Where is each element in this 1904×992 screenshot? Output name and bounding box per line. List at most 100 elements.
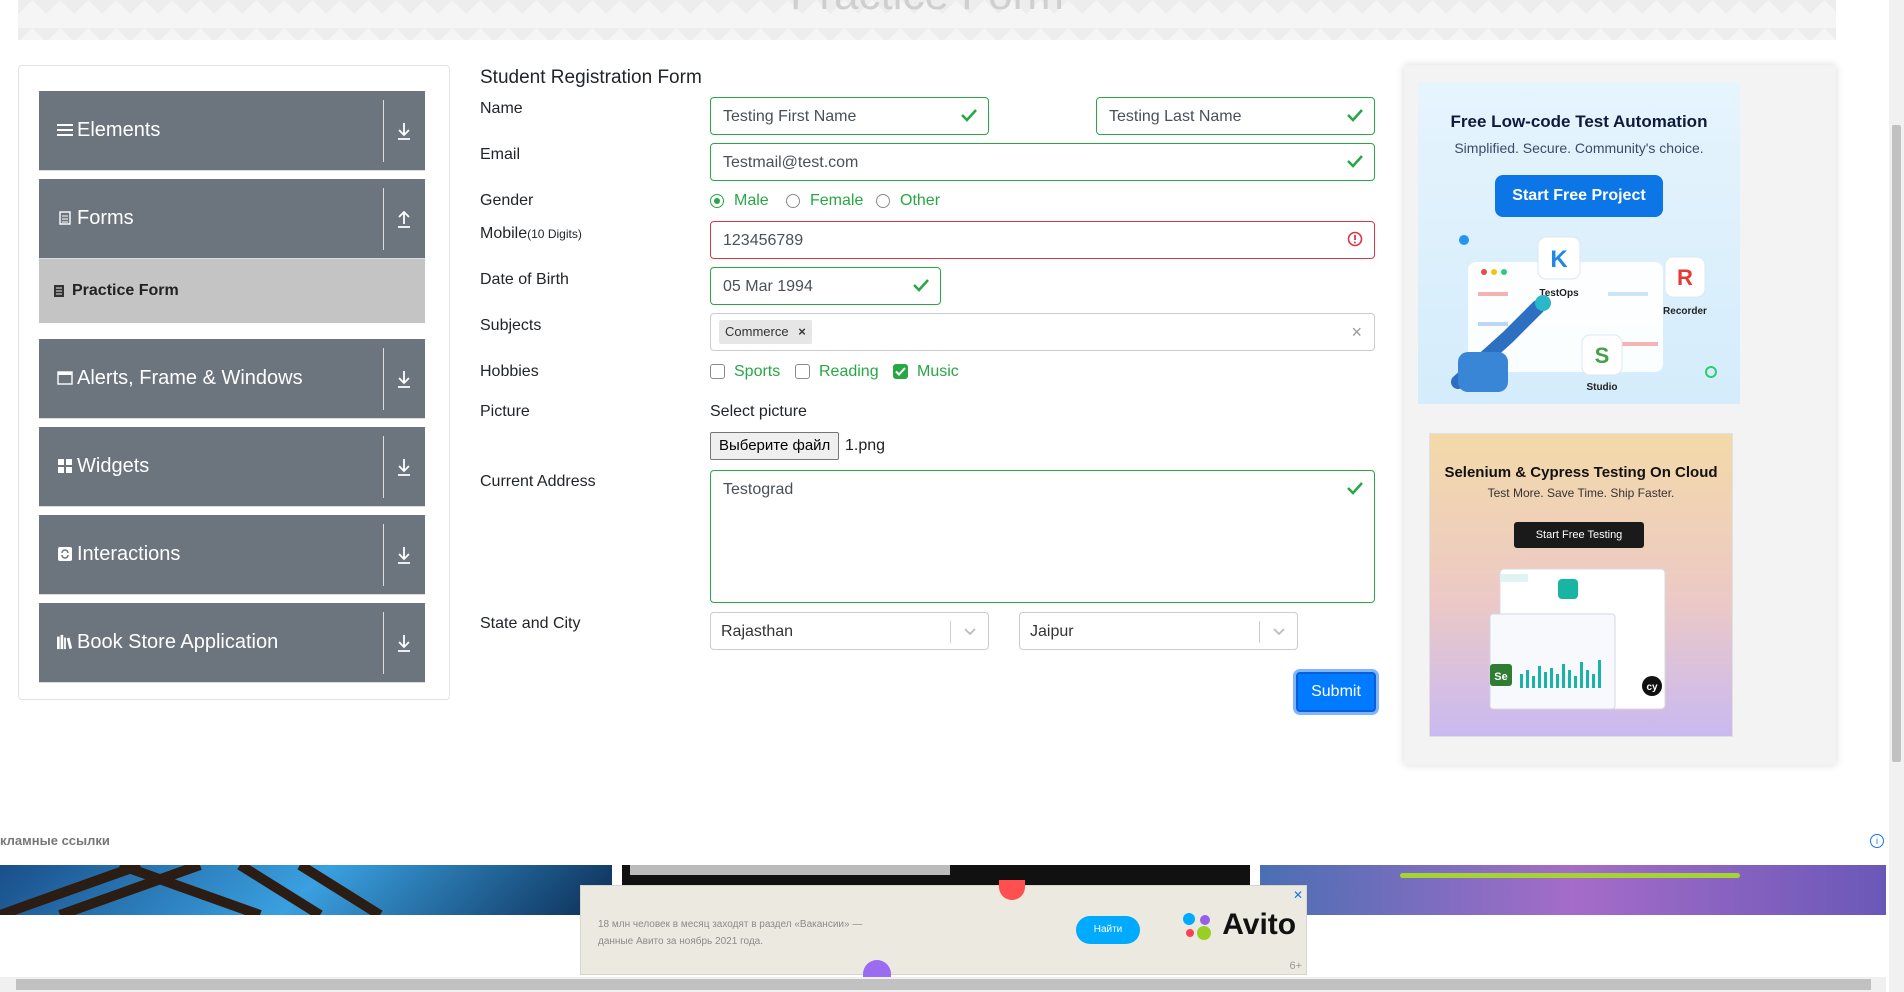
gender-label: Gender [480,192,534,209]
gender-female-label[interactable]: Female [810,192,863,210]
ad-thumbnail[interactable] [0,865,612,915]
avito-logo: Avito [1181,908,1296,942]
city-select[interactable]: Jaipur [1019,612,1298,650]
submit-button[interactable]: Submit [1296,672,1376,712]
subject-tag-label: Commerce [725,324,789,339]
hobby-sports-label[interactable]: Sports [734,363,780,381]
picture-label: Picture [480,403,530,420]
left-navigation-panel: Elements Forms Practice Form Alerts, Fra… [18,65,450,700]
hobby-sports-checkbox[interactable] [710,364,725,379]
ad-label-recorder: Recorder [1663,306,1707,317]
ad-label-studio: Studio [1586,382,1617,393]
hamburger-icon [57,122,73,138]
download-arrow-icon [395,119,413,143]
address-label: Current Address [480,473,596,490]
email-input[interactable]: Testmail@test.com [710,143,1375,181]
svg-text:R: R [1677,265,1693,290]
menu-group-widgets[interactable]: Widgets [39,427,425,507]
menu-group-book-store[interactable]: Book Store Application [39,603,425,683]
dob-input[interactable]: 05 Mar 1994 [710,267,941,305]
address-value: Testograd [723,481,794,498]
dob-value: 05 Mar 1994 [723,278,813,295]
gender-male-radio[interactable] [710,194,724,208]
gender-other-label[interactable]: Other [900,192,940,210]
horizontal-scrollbar[interactable] [0,977,1886,992]
close-icon[interactable]: ✕ [1293,888,1303,902]
state-select[interactable]: Rajasthan [710,612,989,650]
mobile-value: 123456789 [723,232,804,249]
menu-group-forms[interactable]: Forms [39,179,425,259]
picture-caption: Select picture [710,403,807,420]
avito-dots-icon [1183,913,1211,941]
first-name-input[interactable]: Testing First Name [710,97,989,135]
window-icon [57,370,73,386]
dob-label: Date of Birth [480,271,569,288]
menu-group-interactions[interactable]: Interactions [39,515,425,595]
divider [383,612,384,674]
mobile-label-text: Mobile [480,225,528,242]
vertical-scrollbar-thumb[interactable] [1892,125,1901,762]
clear-icon[interactable]: × [1351,322,1362,343]
books-icon [57,634,73,650]
upload-arrow-icon [395,207,413,231]
first-name-value: Testing First Name [723,108,857,125]
info-icon[interactable]: i [1870,834,1884,848]
menu-group-elements[interactable]: Elements [39,91,425,171]
hobby-reading-label[interactable]: Reading [819,363,879,381]
download-arrow-icon [395,367,413,391]
divider [950,621,951,643]
divider [383,436,384,498]
hobby-music-checkbox[interactable] [893,364,908,379]
subjects-label: Subjects [480,317,542,334]
gender-male-label[interactable]: Male [734,192,769,210]
ad-image [630,865,950,875]
mobile-hint: (10 Digits) [527,227,582,241]
hobby-reading-checkbox[interactable] [795,364,810,379]
valid-check-icon [1347,155,1363,168]
state-city-label: State and City [480,615,581,632]
grid-icon [57,458,73,474]
svg-text:S: S [1595,343,1610,368]
age-rating: 6+ [1289,960,1302,972]
chevron-down-icon [1273,628,1285,636]
file-name: 1.png [845,437,886,454]
ad-lambdatest[interactable]: Selenium & Cypress Testing On Cloud Test… [1429,433,1733,737]
mobile-input[interactable]: 123456789 [710,221,1375,259]
menu-item-label: Practice Form [72,282,179,299]
decor-circle [863,960,891,978]
horizontal-scrollbar-thumb[interactable] [16,979,1871,990]
gender-other-radio[interactable] [876,194,890,208]
vertical-scrollbar[interactable] [1889,0,1904,992]
last-name-input[interactable]: Testing Last Name [1096,97,1375,135]
divider [383,188,384,250]
hobby-music-label[interactable]: Music [917,363,959,381]
decor-circle [999,880,1025,900]
top-banner: Practice Form [18,0,1836,40]
valid-check-icon [961,109,977,122]
valid-check-icon [1347,482,1363,495]
ad-image [1400,873,1740,878]
divider [383,100,384,162]
hobbies-label: Hobbies [480,363,539,380]
menu-item-practice-form[interactable]: Practice Form [39,259,425,323]
avito-find-button[interactable]: Найти [1076,916,1140,944]
divider [383,524,384,586]
divider [383,348,384,410]
email-value: Testmail@test.com [723,154,859,171]
avito-ad-text: 18 млн человек в месяц заходят в раздел … [598,919,863,947]
ad-thumbnail[interactable] [1260,865,1886,915]
menu-group-label: Book Store Application [77,631,279,653]
menu-group-label: Alerts, Frame & Windows [77,367,303,389]
address-textarea[interactable]: Testograd [710,470,1375,603]
subjects-input[interactable]: Commerce × × [710,313,1375,351]
gender-female-radio[interactable] [786,194,800,208]
avito-ad-banner[interactable]: 18 млн человек в месяц заходят в раздел … [580,880,1307,978]
valid-check-icon [1347,109,1363,122]
sync-icon [57,546,73,562]
ads-links-label: кламные ссылки [0,833,110,848]
ad-katalon[interactable]: Free Low-code Test Automation Simplified… [1418,82,1740,404]
menu-group-alerts[interactable]: Alerts, Frame & Windows [39,339,425,419]
remove-tag-icon[interactable]: × [798,324,806,339]
choose-file-button[interactable]: Выберите файл [710,432,840,460]
svg-text:cy: cy [1646,682,1658,693]
